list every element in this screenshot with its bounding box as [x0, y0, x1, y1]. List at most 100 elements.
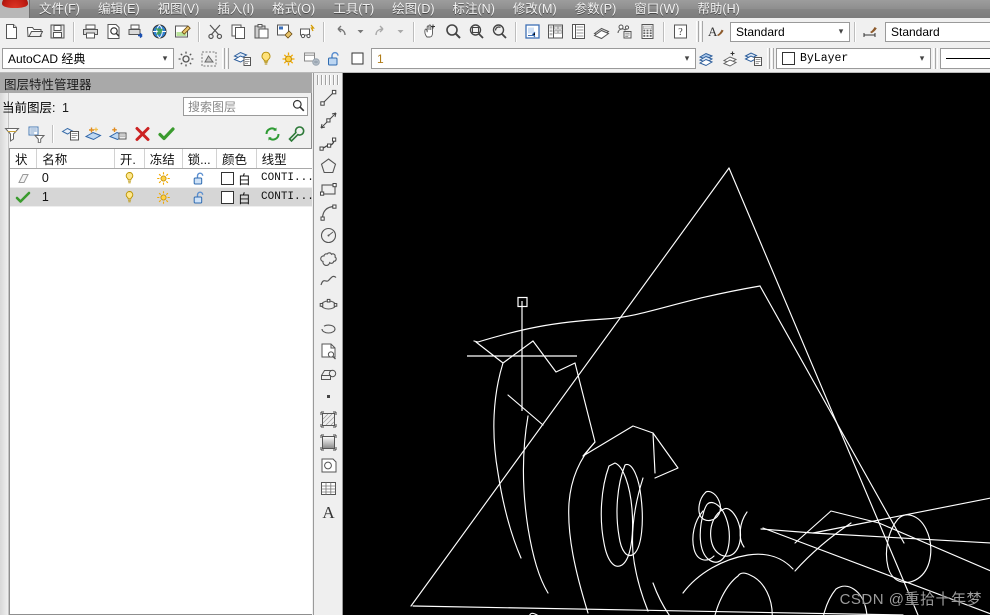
arc-icon[interactable] [315, 201, 341, 224]
draw-toolbar-grip[interactable] [317, 75, 339, 85]
insert-block-icon[interactable] [315, 339, 341, 362]
new-layer-icon[interactable] [82, 123, 106, 146]
open-folder-icon[interactable] [23, 20, 46, 43]
sun-icon[interactable] [145, 169, 183, 187]
table-icon[interactable] [315, 477, 341, 500]
gradient-icon[interactable] [315, 431, 341, 454]
copy-icon[interactable] [227, 20, 250, 43]
search-input[interactable] [188, 99, 292, 114]
text-style-combo[interactable]: Standard ▾ [730, 21, 850, 42]
polygon-icon[interactable] [315, 155, 341, 178]
dim-style-combo[interactable]: Standard ▾ [885, 21, 990, 42]
col-header-freeze[interactable]: 冻结 [145, 149, 183, 168]
unlock-padlock-icon[interactable] [182, 188, 216, 206]
sun-thaw-icon[interactable] [277, 47, 300, 70]
menu-parametric[interactable]: 参数(P) [566, 0, 626, 19]
lightbulb-on-icon[interactable] [254, 47, 277, 70]
menu-draw[interactable]: 绘图(D) [383, 0, 443, 19]
linetype-grip[interactable] [933, 48, 938, 69]
zoom-previous-icon[interactable] [488, 20, 511, 43]
settings-wrench-icon[interactable] [284, 123, 308, 146]
construction-line-icon[interactable] [315, 109, 341, 132]
layer-table[interactable]: 状 名称 开. 冻结 锁... 颜色 线型 0 白 CONTI... 1 白 C… [9, 148, 312, 615]
menu-insert[interactable]: 插入(I) [208, 0, 263, 19]
layer-linetype[interactable]: CONTI... [256, 188, 312, 206]
3dorbit-globe-icon[interactable] [148, 20, 171, 43]
paste-icon[interactable] [250, 20, 273, 43]
col-header-color[interactable]: 颜色 [217, 149, 257, 168]
publish-icon[interactable] [125, 20, 148, 43]
layer-linetype[interactable]: CONTI... [256, 169, 312, 187]
new-group-filter-icon[interactable] [24, 123, 48, 146]
menu-file[interactable]: 文件(F) [30, 0, 89, 19]
layers-toolbar-grip[interactable] [222, 48, 229, 69]
table-row[interactable]: 1 白 CONTI... [10, 188, 312, 207]
save-disk-icon[interactable] [46, 20, 69, 43]
blocks-quick-icon[interactable] [296, 20, 319, 43]
search-magnifier-icon[interactable] [292, 99, 305, 115]
menu-tools[interactable]: 工具(T) [324, 0, 383, 19]
layer-states-manager-icon[interactable] [742, 47, 765, 70]
designcenter-icon[interactable] [544, 20, 567, 43]
delete-layer-icon[interactable] [130, 123, 154, 146]
set-current-layer-icon[interactable] [154, 123, 178, 146]
drawing-canvas[interactable]: CSDN @重拾十年梦 [343, 73, 990, 615]
revision-cloud-icon[interactable] [315, 247, 341, 270]
multiline-text-icon[interactable]: A [315, 500, 341, 523]
table-row[interactable]: 0 白 CONTI... [10, 169, 312, 188]
layer-name[interactable]: 0 [37, 169, 115, 187]
menu-modify[interactable]: 修改(M) [504, 0, 566, 19]
styles-toolbar-grip[interactable] [696, 21, 703, 42]
chevron-down-icon[interactable]: ▾ [679, 50, 695, 68]
col-header-lock[interactable]: 锁... [183, 149, 217, 168]
cut-scissors-icon[interactable] [204, 20, 227, 43]
new-layer-vp-frozen-icon[interactable] [106, 123, 130, 146]
chevron-down-icon[interactable]: ▾ [157, 50, 173, 68]
properties-palette-icon[interactable] [521, 20, 544, 43]
menu-window[interactable]: 窗口(W) [625, 0, 688, 19]
properties-toolbar-grip[interactable] [767, 48, 774, 69]
new-file-icon[interactable] [0, 20, 23, 43]
lightbulb-on-icon[interactable] [115, 188, 145, 206]
make-block-icon[interactable] [315, 362, 341, 385]
zoom-window-icon[interactable] [465, 20, 488, 43]
color-combo[interactable]: ByLayer ▾ [776, 48, 931, 69]
layer-name[interactable]: 1 [37, 188, 115, 206]
lightbulb-on-icon[interactable] [115, 169, 145, 187]
tool-palettes-icon[interactable] [567, 20, 590, 43]
layer-properties-icon[interactable] [231, 47, 254, 70]
line-icon[interactable] [315, 86, 341, 109]
undo-arrow-icon[interactable] [329, 20, 352, 43]
chevron-down-icon[interactable]: ▾ [914, 50, 930, 68]
rectangle-icon[interactable] [315, 178, 341, 201]
point-icon[interactable] [315, 385, 341, 408]
redo-dropdown-arrow-icon[interactable] [392, 20, 409, 43]
layer-previous-icon[interactable] [719, 47, 742, 70]
sheetset-icon[interactable] [590, 20, 613, 43]
ellipse-icon[interactable] [315, 293, 341, 316]
plot-preview-icon[interactable] [102, 20, 125, 43]
text-style-icon[interactable]: A [705, 20, 728, 43]
match-properties-icon[interactable] [273, 20, 296, 43]
new-property-filter-icon[interactable] [0, 123, 24, 146]
col-header-status[interactable]: 状 [10, 149, 38, 168]
calculator-icon[interactable] [636, 20, 659, 43]
plot-printer-icon[interactable] [79, 20, 102, 43]
unlock-padlock-icon[interactable] [323, 47, 346, 70]
markup-set-icon[interactable] [613, 20, 636, 43]
polyline-icon[interactable] [315, 132, 341, 155]
linetype-combo[interactable]: CONTINUOUS ▾ [940, 48, 990, 69]
help-question-icon[interactable]: ? [669, 20, 692, 43]
menu-format[interactable]: 格式(O) [263, 0, 324, 19]
undo-dropdown-arrow-icon[interactable] [352, 20, 369, 43]
workspace-combo[interactable]: AutoCAD 经典 ▾ [2, 48, 174, 69]
menu-dimension[interactable]: 标注(N) [444, 0, 504, 19]
sun-icon[interactable] [145, 188, 183, 206]
ellipse-arc-icon[interactable] [315, 316, 341, 339]
dim-style-icon[interactable] [860, 20, 883, 43]
col-header-linetype[interactable]: 线型 [257, 149, 312, 168]
workspace-settings-gear-icon[interactable] [174, 47, 197, 70]
zoom-magnifier-icon[interactable] [442, 20, 465, 43]
autocad-logo-icon[interactable] [0, 0, 30, 18]
menu-help[interactable]: 帮助(H) [688, 0, 748, 19]
